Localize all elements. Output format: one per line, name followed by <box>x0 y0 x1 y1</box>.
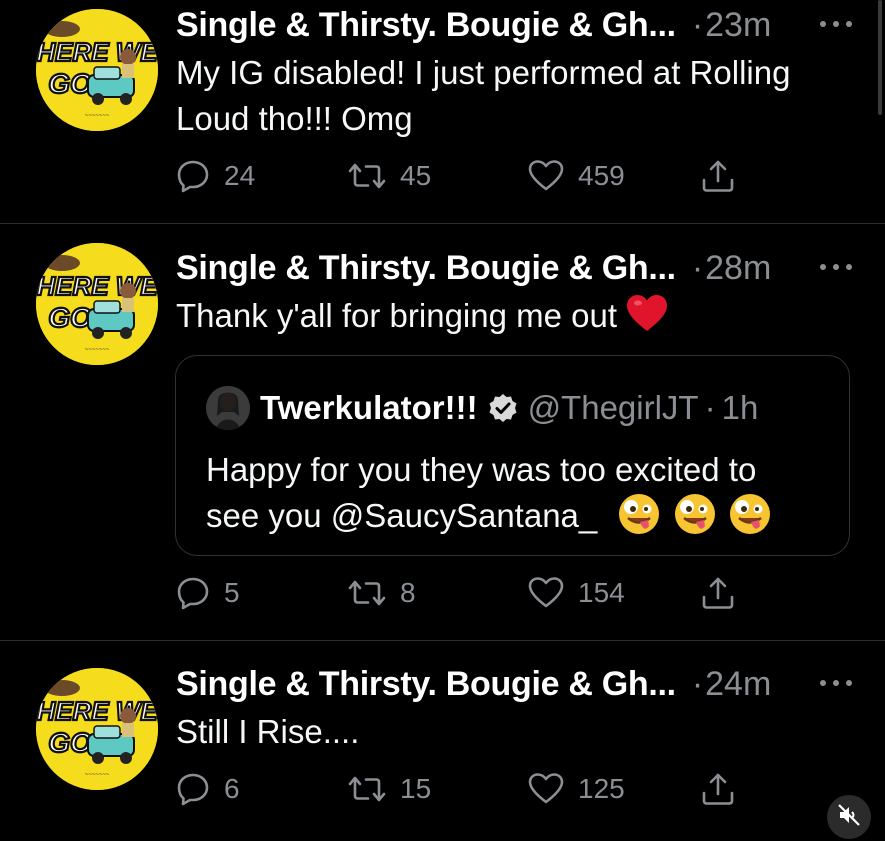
zany-face-emoji <box>729 493 771 547</box>
more-dots-icon[interactable] <box>819 250 855 282</box>
time-separator: · <box>691 664 704 703</box>
like-count: 154 <box>578 577 625 608</box>
share-button[interactable] <box>701 573 735 613</box>
quoted-handle[interactable]: @ThegirlJT <box>528 389 699 427</box>
tweet-text: Still I Rise.... <box>176 709 856 755</box>
more-dots-icon[interactable] <box>819 666 855 698</box>
retweet-count: 15 <box>400 773 432 804</box>
retweet-count: 45 <box>400 160 432 191</box>
reply-button[interactable]: 5 <box>176 573 240 613</box>
more-dots-icon[interactable] <box>819 7 855 39</box>
tweet-text: Thank y'all for bringing me out <box>176 293 856 345</box>
heart-outline-icon <box>528 577 564 609</box>
tweet-actions: 5 8 154 <box>176 573 756 613</box>
tweet-text-line: Still I Rise.... <box>176 713 360 750</box>
tweet[interactable]: HERE WE GO ~~~~~~~ Single & Thirsty. Bou… <box>0 224 885 640</box>
retweet-icon <box>348 161 386 191</box>
share-icon <box>701 159 735 193</box>
tweet[interactable]: HERE WE GO ~~~~~~~ Single & Thirsty. Bou… <box>0 641 885 841</box>
retweet-button[interactable]: 15 <box>348 769 431 809</box>
retweet-icon <box>348 578 386 608</box>
avatar-logo-text: GO <box>48 302 92 333</box>
tweet-actions: 24 45 459 <box>176 156 756 196</box>
heart-outline-icon <box>528 773 564 805</box>
reply-count: 24 <box>224 160 256 191</box>
muted-speaker-icon <box>837 803 861 832</box>
heart-outline-icon <box>528 160 564 192</box>
mute-button[interactable] <box>827 795 871 839</box>
verified-badge-icon <box>488 393 518 423</box>
like-count: 459 <box>578 160 625 191</box>
tweet-text: My IG disabled! I just performed at Roll… <box>176 50 856 142</box>
avatar-logo-text: HERE WE <box>36 37 158 67</box>
reply-icon <box>176 772 210 806</box>
display-name[interactable]: Single & Thirsty. Bougie & Gh... <box>176 249 676 288</box>
quoted-text-line: Happy for you they was too excited to <box>206 451 757 488</box>
display-name[interactable]: Single & Thirsty. Bougie & Gh... <box>176 665 676 704</box>
like-button[interactable]: 154 <box>528 573 625 613</box>
retweet-button[interactable]: 8 <box>348 573 416 613</box>
reply-button[interactable]: 6 <box>176 769 240 809</box>
share-icon <box>701 576 735 610</box>
display-name[interactable]: Single & Thirsty. Bougie & Gh... <box>176 6 676 45</box>
retweet-button[interactable]: 45 <box>348 156 431 196</box>
avatar-logo-text: HERE WE <box>36 271 158 301</box>
quoted-header: Twerkulator!!! @ThegirlJT · 1h <box>260 386 758 430</box>
avatar[interactable]: HERE WE GO ~~~~~~~ <box>36 9 158 131</box>
tweet-text-line: Loud tho!!! Omg <box>176 100 413 137</box>
avatar-logo-text: HERE WE <box>36 696 158 726</box>
svg-text:~~~~~~~: ~~~~~~~ <box>85 772 110 778</box>
share-button[interactable] <box>701 769 735 809</box>
quoted-timestamp: 1h <box>721 389 759 426</box>
tweet-header: Single & Thirsty. Bougie & Gh... · 24m <box>176 662 855 706</box>
svg-text:~~~~~~~: ~~~~~~~ <box>85 347 110 353</box>
time-separator: · <box>691 248 704 287</box>
tweet-text-line: Thank y'all for bringing me out <box>176 297 618 334</box>
tweet[interactable]: HERE WE GO ~~~~~~~ Single & Thirsty. Bou… <box>0 0 885 223</box>
avatar-logo-text: GO <box>48 68 92 99</box>
avatar[interactable]: HERE WE GO ~~~~~~~ <box>36 668 158 790</box>
timestamp[interactable]: 23m <box>705 6 771 45</box>
quoted-time-separator: · <box>704 389 716 426</box>
zany-face-emoji <box>618 493 660 547</box>
reply-count: 6 <box>224 773 240 804</box>
svg-text:~~~~~~~: ~~~~~~~ <box>85 113 110 119</box>
zany-face-emoji <box>674 493 716 547</box>
timestamp[interactable]: 24m <box>705 665 771 704</box>
like-button[interactable]: 459 <box>528 156 625 196</box>
tweet-actions: 6 15 125 <box>176 769 756 809</box>
share-icon <box>701 772 735 806</box>
quoted-display-name[interactable]: Twerkulator!!! <box>260 389 478 427</box>
time-separator: · <box>691 5 704 44</box>
quoted-tweet[interactable]: Twerkulator!!! @ThegirlJT · 1h Happy for… <box>175 355 850 556</box>
reply-button[interactable]: 24 <box>176 156 255 196</box>
tweet-text-line: My IG disabled! I just performed at Roll… <box>176 54 791 91</box>
avatar[interactable]: HERE WE GO ~~~~~~~ <box>36 243 158 365</box>
like-count: 125 <box>578 773 625 804</box>
tweet-header: Single & Thirsty. Bougie & Gh... · 28m <box>176 246 855 290</box>
retweet-count: 8 <box>400 577 416 608</box>
quoted-avatar[interactable] <box>206 386 250 430</box>
retweet-icon <box>348 774 386 804</box>
timestamp[interactable]: 28m <box>705 249 771 288</box>
share-button[interactable] <box>701 156 735 196</box>
quoted-text-line: see you @SaucySantana_ <box>206 497 598 534</box>
avatar-logo-text: GO <box>48 727 92 758</box>
quoted-text: Happy for you they was too excited to se… <box>206 447 826 547</box>
reply-icon <box>176 159 210 193</box>
red-heart-emoji <box>627 295 668 345</box>
reply-icon <box>176 576 210 610</box>
tweet-header: Single & Thirsty. Bougie & Gh... · 23m <box>176 3 855 47</box>
reply-count: 5 <box>224 577 240 608</box>
like-button[interactable]: 125 <box>528 769 625 809</box>
